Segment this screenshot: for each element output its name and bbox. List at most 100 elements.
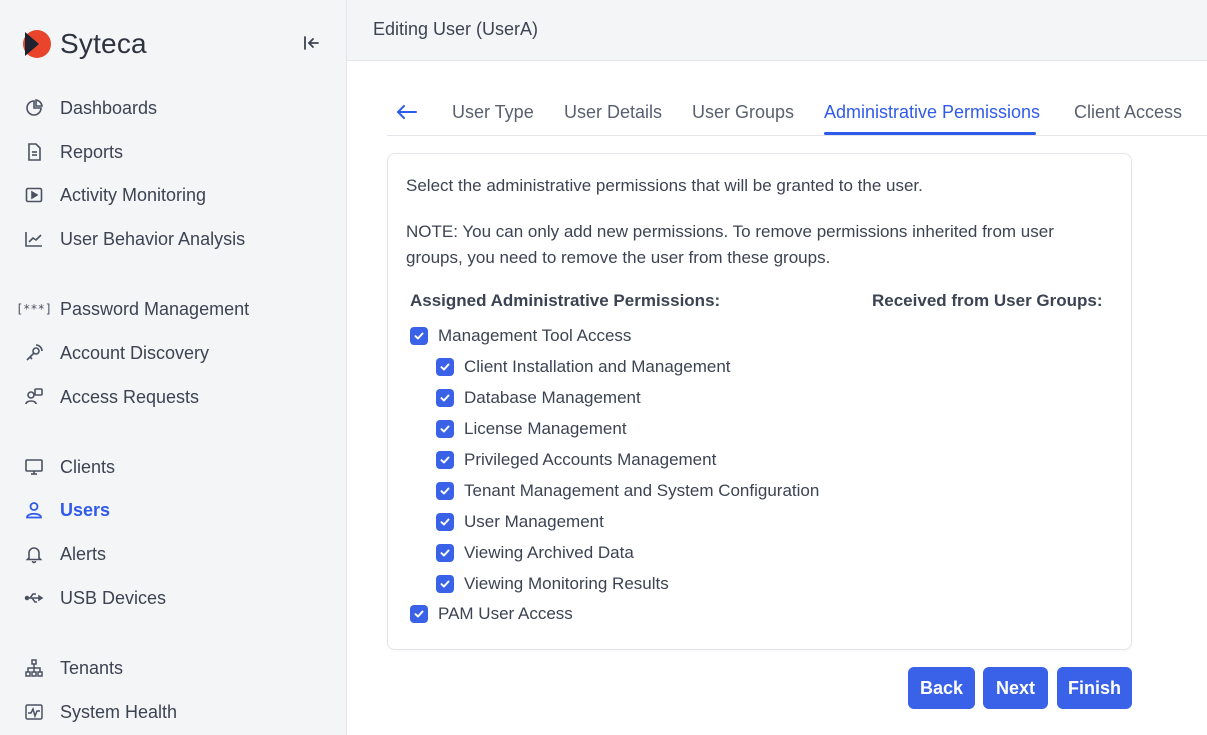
sidebar-item-label: Tenants — [60, 657, 124, 678]
sidebar-item-access-requests[interactable]: Access Requests — [22, 382, 322, 412]
sidebar-item-label: Password Management — [60, 298, 250, 319]
checkbox[interactable] — [436, 389, 454, 407]
permission-viewing-archived-data[interactable]: Viewing Archived Data — [436, 542, 634, 564]
permission-viewing-monitoring-results[interactable]: Viewing Monitoring Results — [436, 573, 669, 595]
permission-label: Management Tool Access — [438, 326, 632, 345]
permission-label: PAM User Access — [438, 604, 573, 623]
permission-management-tool-access[interactable]: Management Tool Access — [410, 325, 631, 347]
sidebar-item-tenants[interactable]: Tenants — [22, 653, 322, 683]
back-arrow-button[interactable] — [395, 100, 419, 124]
assigned-permissions-header: Assigned Administrative Permissions: — [410, 291, 721, 310]
checkbox[interactable] — [410, 605, 428, 623]
received-from-groups-header: Received from User Groups: — [872, 291, 1103, 310]
collapse-left-icon — [304, 36, 319, 50]
syteca-logo-icon — [23, 30, 51, 58]
checkbox[interactable] — [436, 451, 454, 469]
sidebar-item-activity-monitoring[interactable]: Activity Monitoring — [22, 180, 322, 210]
wizard-tabs: User Type User Details User Groups Admin… — [387, 90, 1207, 136]
permission-label: Client Installation and Management — [464, 357, 731, 376]
permission-pam-user-access[interactable]: PAM User Access — [410, 603, 573, 625]
checkbox[interactable] — [410, 327, 428, 345]
checkbox[interactable] — [436, 420, 454, 438]
tab-client-access[interactable]: Client Access — [1074, 102, 1182, 123]
permission-label: Database Management — [464, 388, 641, 407]
note-text: NOTE: You can only add new permissions. … — [406, 222, 1054, 267]
user-question-icon — [22, 385, 46, 409]
tab-user-details[interactable]: User Details — [564, 102, 662, 123]
brand-name: Syteca — [60, 28, 147, 59]
intro-text: Select the administrative permissions th… — [406, 176, 923, 195]
check-icon — [440, 549, 450, 557]
check-icon — [440, 456, 450, 464]
sidebar-item-system-health[interactable]: System Health — [22, 697, 322, 727]
page-header: Editing User (UserA) — [347, 0, 1207, 61]
radar-icon — [22, 341, 46, 365]
checkbox[interactable] — [436, 482, 454, 500]
sidebar-item-dashboards[interactable]: Dashboards — [22, 93, 322, 123]
sidebar-item-users[interactable]: Users — [22, 495, 322, 525]
permission-license-management[interactable]: License Management — [436, 418, 627, 440]
check-icon — [440, 487, 450, 495]
checkbox[interactable] — [436, 544, 454, 562]
sidebar-item-label: Access Requests — [60, 386, 200, 407]
collapse-sidebar-button[interactable] — [298, 30, 324, 56]
sidebar-item-label: Account Discovery — [60, 342, 210, 363]
permission-label: Tenant Management and System Configurati… — [464, 481, 820, 500]
permission-label: User Management — [464, 512, 604, 531]
checkbox[interactable] — [436, 513, 454, 531]
sidebar-item-label: Reports — [60, 141, 124, 162]
tab-user-groups[interactable]: User Groups — [692, 102, 794, 123]
permission-user-management[interactable]: User Management — [436, 511, 604, 533]
trend-chart-icon — [22, 227, 46, 251]
permission-client-installation[interactable]: Client Installation and Management — [436, 356, 731, 378]
password-icon: [***] — [15, 302, 53, 316]
permission-database-management[interactable]: Database Management — [436, 387, 641, 409]
brand[interactable]: Syteca — [22, 26, 147, 62]
check-icon — [414, 332, 424, 340]
sidebar-item-alerts[interactable]: Alerts — [22, 539, 322, 569]
permission-label: Privileged Accounts Management — [464, 450, 717, 469]
sidebar-item-label: User Behavior Analysis — [60, 228, 246, 249]
back-button[interactable]: Back — [908, 667, 975, 709]
sidebar-item-label: USB Devices — [60, 587, 167, 608]
sidebar-item-label: Dashboards — [60, 97, 158, 118]
check-icon — [440, 425, 450, 433]
sidebar-item-password-management[interactable]: [***] Password Management — [15, 294, 322, 324]
sidebar-item-label: Users — [60, 499, 111, 520]
user-icon — [22, 498, 46, 522]
permission-label: License Management — [464, 419, 627, 438]
usb-icon — [22, 586, 46, 610]
pie-chart-icon — [22, 96, 46, 120]
hierarchy-icon — [22, 656, 46, 680]
permission-label: Viewing Monitoring Results — [464, 574, 669, 593]
check-icon — [440, 580, 450, 588]
permissions-panel: Select the administrative permissions th… — [387, 153, 1132, 650]
permission-privileged-accounts-management[interactable]: Privileged Accounts Management — [436, 449, 716, 471]
sidebar-item-label: System Health — [60, 701, 178, 722]
active-tab-indicator — [824, 132, 1036, 135]
permission-label: Viewing Archived Data — [464, 543, 634, 562]
bell-icon — [22, 542, 46, 566]
arrow-left-icon — [396, 105, 417, 119]
check-icon — [440, 394, 450, 402]
sidebar-item-user-behavior-analysis[interactable]: User Behavior Analysis — [22, 224, 322, 254]
check-icon — [414, 610, 424, 618]
page-title: Editing User (UserA) — [373, 19, 539, 39]
pulse-icon — [22, 700, 46, 724]
sidebar-item-account-discovery[interactable]: Account Discovery — [22, 338, 322, 368]
sidebar-item-clients[interactable]: Clients — [22, 452, 322, 482]
sidebar-item-usb-devices[interactable]: USB Devices — [22, 583, 322, 613]
checkbox[interactable] — [436, 575, 454, 593]
play-square-icon — [22, 183, 46, 207]
tab-user-type[interactable]: User Type — [452, 102, 534, 123]
finish-button[interactable]: Finish — [1057, 667, 1132, 709]
check-icon — [440, 363, 450, 371]
tab-administrative-permissions[interactable]: Administrative Permissions — [824, 102, 1040, 123]
sidebar-item-reports[interactable]: Reports — [22, 137, 322, 167]
monitor-icon — [22, 455, 46, 479]
checkbox[interactable] — [436, 358, 454, 376]
sidebar: Syteca Dashboards Reports Activity Monit… — [0, 0, 347, 735]
next-button[interactable]: Next — [983, 667, 1048, 709]
permission-tenant-management[interactable]: Tenant Management and System Configurati… — [436, 480, 819, 502]
check-icon — [440, 518, 450, 526]
